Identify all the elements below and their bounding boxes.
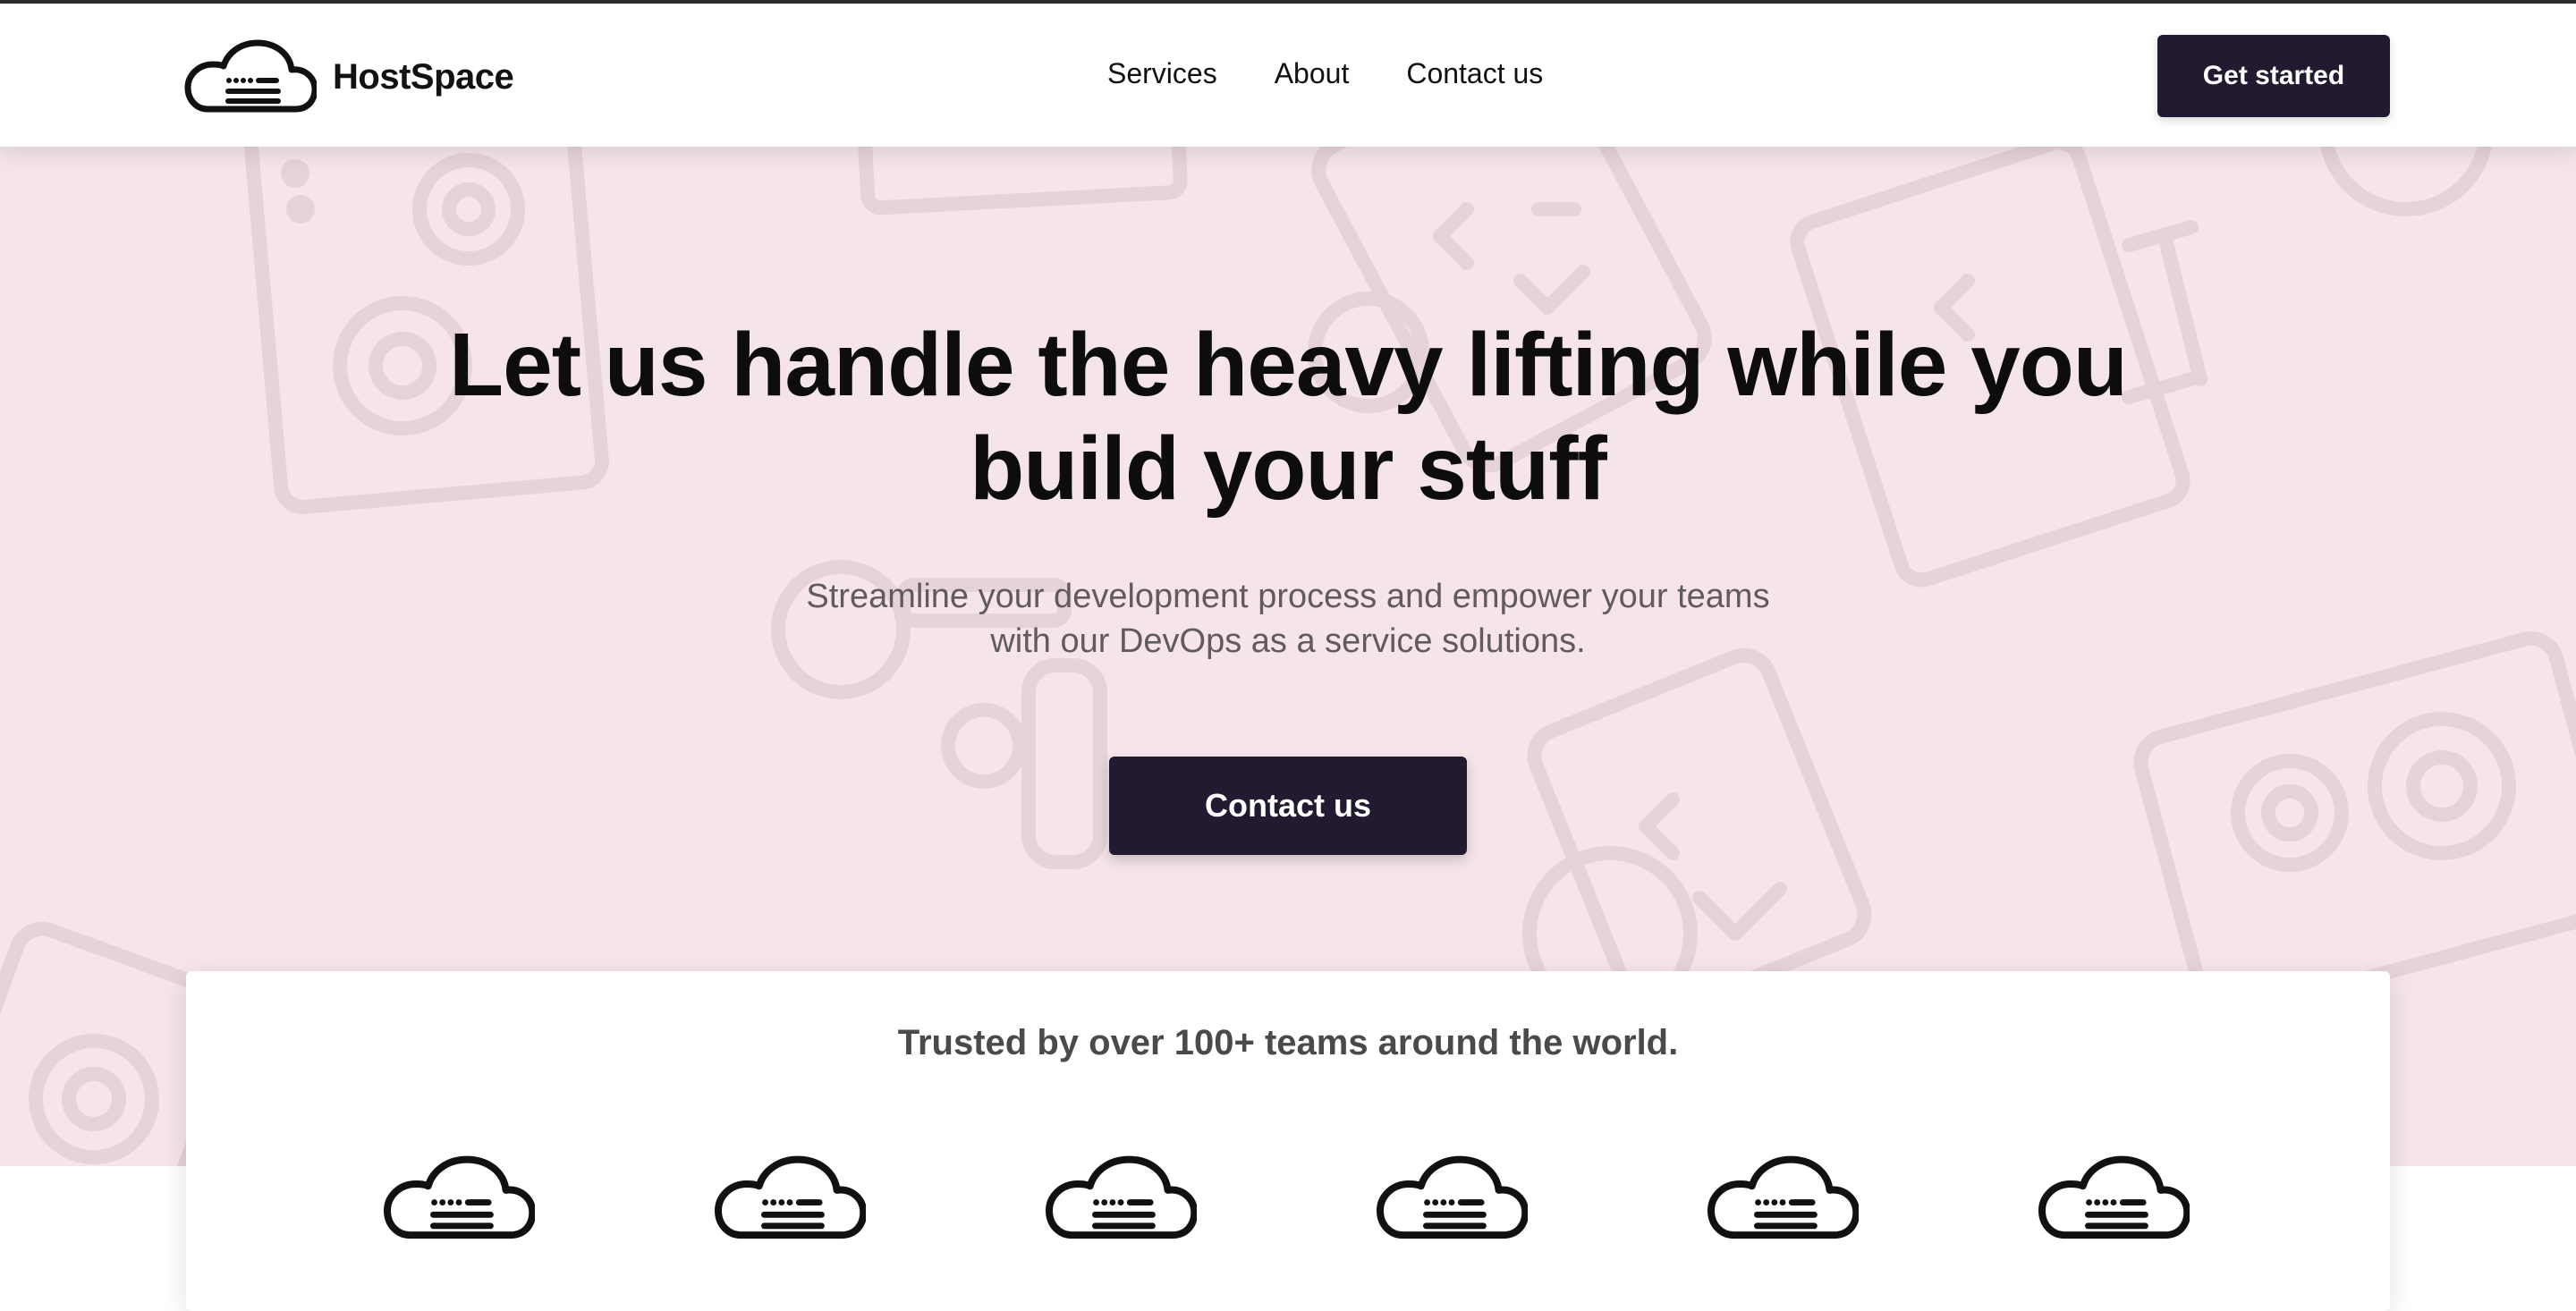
get-started-button[interactable]: Get started <box>2157 35 2390 117</box>
nav-link-services[interactable]: Services <box>1107 57 1217 90</box>
brand-logo-link[interactable]: HostSpace <box>184 39 514 114</box>
contact-us-button[interactable]: Contact us <box>1109 757 1467 855</box>
nav-link-contact[interactable]: Contact us <box>1406 57 1543 90</box>
hero-title: Let us handle the heavy lifting while yo… <box>449 315 2128 519</box>
site-header: HostSpace Services About Contact us Get … <box>0 4 2576 147</box>
nav-link-about[interactable]: About <box>1275 57 1350 90</box>
main-nav: Services About Contact us <box>1107 57 1543 90</box>
cloud-logo-icon <box>1707 1155 1859 1239</box>
trusted-by-text: Trusted by over 100+ teams around the wo… <box>897 1023 1679 1062</box>
hero-subtitle: Streamline your development process and … <box>806 578 1770 660</box>
cloud-logo-icon <box>1377 1155 1528 1239</box>
cloud-logo-icon <box>715 1155 866 1239</box>
cloud-logo-icon <box>2038 1155 2190 1239</box>
cloud-logo-icon <box>184 39 317 113</box>
brand-name: HostSpace <box>333 56 514 97</box>
client-logos-row <box>186 1155 2390 1245</box>
cloud-logo-icon <box>1046 1155 1197 1239</box>
trusted-by-card: Trusted by over 100+ teams around the wo… <box>186 971 2390 1311</box>
cloud-logo-icon <box>384 1155 535 1239</box>
